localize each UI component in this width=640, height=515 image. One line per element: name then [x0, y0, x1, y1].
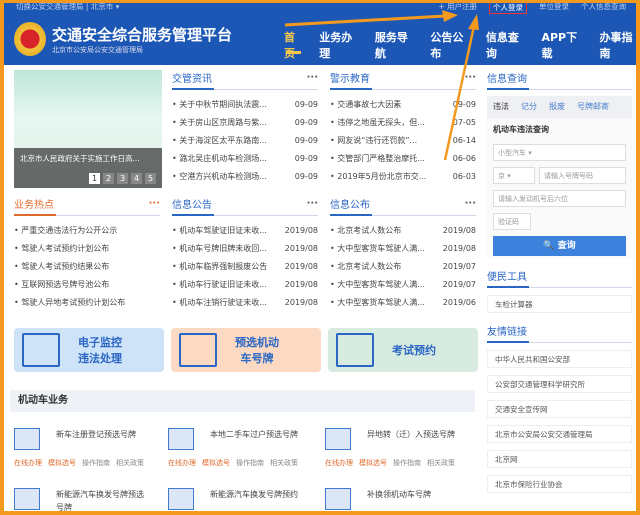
arrow-head: [468, 14, 479, 30]
arrow-vertical: [445, 26, 474, 160]
annotation-arrows: [0, 0, 640, 515]
arrow-horizontal: [285, 16, 445, 25]
arrow-head: [442, 10, 458, 22]
